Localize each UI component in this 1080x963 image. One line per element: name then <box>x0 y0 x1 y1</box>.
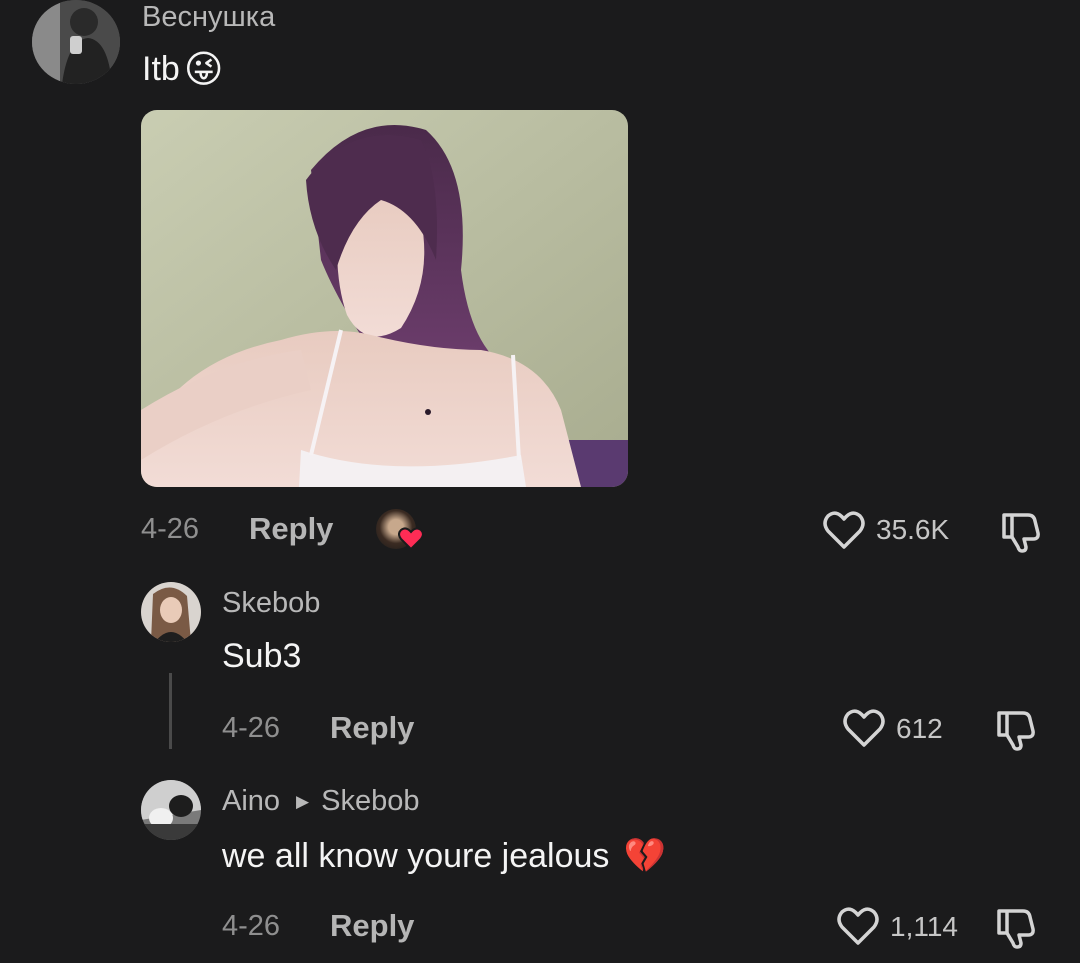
reply-avatar-aino[interactable] <box>141 780 201 840</box>
portrait-photo <box>141 110 628 487</box>
avatar-photo <box>141 582 201 642</box>
wink-emoji: 😜 <box>183 49 224 91</box>
reply-username[interactable]: Aino <box>222 785 280 818</box>
creator-liked-badge <box>376 509 426 553</box>
avatar-photo <box>32 0 120 84</box>
comment-date: 4-26 <box>141 513 200 545</box>
commenter-username[interactable]: Веснушка <box>142 1 275 34</box>
commenter-avatar[interactable] <box>32 0 120 84</box>
reply-text: we all know youre jealous 💔 <box>222 836 666 876</box>
heart-outline-icon[interactable] <box>822 509 866 551</box>
reply-text-value: we all know youre jealous <box>222 836 610 875</box>
reply-like-count: 1,114 <box>890 911 958 942</box>
broken-heart-emoji: 💔 <box>623 837 666 875</box>
reply-reply-button[interactable]: Reply <box>330 710 414 746</box>
dislike-icon[interactable] <box>993 707 1037 751</box>
comment-attached-image[interactable] <box>141 110 628 487</box>
dislike-icon[interactable] <box>993 905 1037 949</box>
reply-avatar-skebob[interactable] <box>141 582 201 642</box>
reply-to-arrow-icon: ▶ <box>296 791 310 811</box>
comment-reply-button[interactable]: Reply <box>249 511 333 547</box>
reply-username[interactable]: Skebob <box>222 587 320 620</box>
heart-filled-icon <box>398 527 424 551</box>
reply-reply-button[interactable]: Reply <box>330 908 414 944</box>
reply-date: 4-26 <box>222 910 281 942</box>
heart-outline-icon[interactable] <box>836 905 880 947</box>
reply-text: Sub3 <box>222 637 302 675</box>
heart-outline-icon[interactable] <box>842 707 886 749</box>
reply-date: 4-26 <box>222 712 281 744</box>
comment-like-count: 35.6K <box>876 514 950 545</box>
comment-text: Itb 😜 <box>142 47 223 92</box>
thread-line <box>169 673 172 749</box>
reply-like-count: 612 <box>896 713 943 744</box>
comment-text-value: Itb <box>142 50 180 88</box>
avatar-photo <box>141 780 201 840</box>
dislike-icon[interactable] <box>998 509 1042 553</box>
reply-to-username[interactable]: Skebob <box>321 785 419 818</box>
reply-header: Aino ▶ Skebob <box>222 785 419 818</box>
